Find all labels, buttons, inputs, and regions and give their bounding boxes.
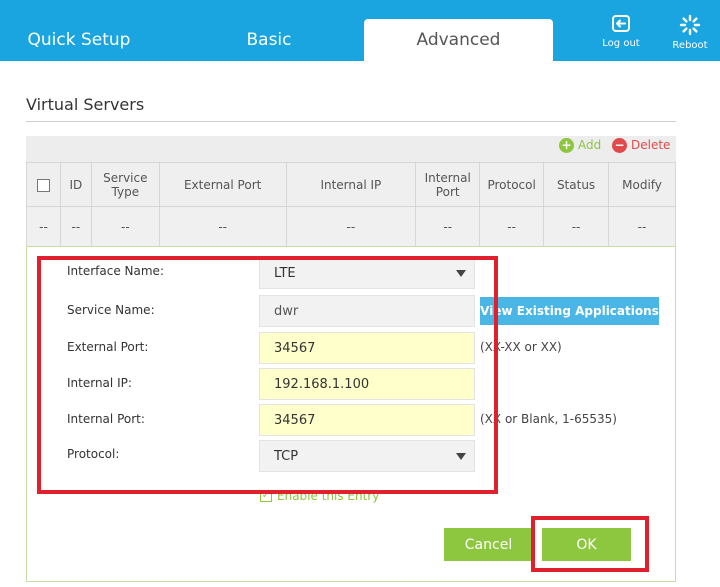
tab-basic[interactable]: Basic [180, 19, 358, 61]
column-header-id: ID [59, 162, 92, 207]
reboot-button[interactable]: Reboot [660, 14, 720, 56]
enable-entry-checkbox[interactable]: ✓ Enable this Entry [260, 489, 379, 503]
external-port-label: External Port: [67, 340, 149, 354]
chevron-down-icon [456, 452, 466, 460]
reboot-label: Reboot [672, 40, 708, 51]
ok-button[interactable]: OK [542, 528, 631, 561]
internal-port-field[interactable]: 34567 [259, 404, 475, 436]
plus-icon: + [559, 137, 574, 153]
select-all-checkbox[interactable] [36, 178, 50, 192]
table-cell: -- [543, 206, 610, 247]
service-name-value: dwr [274, 303, 299, 319]
reboot-icon [679, 14, 701, 36]
add-label: Add [578, 138, 602, 152]
interface-name-select[interactable]: LTE [259, 257, 475, 289]
add-button[interactable]: + Add [559, 137, 601, 153]
page-title: Virtual Servers [26, 95, 145, 114]
internal-port-hint: (XX or Blank, 1-65535) [480, 412, 617, 426]
column-header-status: Status [543, 162, 610, 207]
delete-button[interactable]: − Delete [612, 137, 670, 153]
external-port-value: 34567 [274, 340, 316, 356]
logout-icon [612, 15, 630, 32]
table-cell: -- [59, 206, 92, 247]
title-divider [26, 121, 676, 122]
table-cell: -- [90, 206, 160, 247]
view-existing-applications-button[interactable]: View Existing Applications [480, 297, 659, 325]
table-cell: -- [479, 206, 545, 247]
column-header-service-type: Service Type [90, 162, 160, 207]
delete-label: Delete [631, 138, 671, 152]
protocol-value: TCP [274, 448, 299, 464]
minus-icon: − [612, 137, 627, 153]
logout-button[interactable]: Log out [591, 14, 651, 56]
column-header-protocol: Protocol [479, 162, 545, 207]
tab-advanced[interactable]: Advanced [364, 19, 553, 61]
cancel-button[interactable]: Cancel [444, 528, 533, 561]
table-cell: -- [158, 206, 287, 247]
table-cell: -- [285, 206, 417, 247]
internal-port-value: 34567 [274, 412, 316, 428]
chevron-down-icon [456, 269, 466, 277]
protocol-label: Protocol: [67, 447, 120, 461]
external-port-hint: (XX-XX or XX) [480, 340, 562, 354]
table-cell: -- [608, 206, 676, 247]
virtual-servers-table: ID Service Type External Port Internal I… [26, 162, 676, 247]
enable-entry-label: Enable this Entry [277, 489, 380, 503]
table-row: -- -- -- -- -- -- -- -- -- [26, 206, 676, 247]
internal-ip-field[interactable]: 192.168.1.100 [259, 368, 475, 400]
column-header-external-port: External Port [158, 162, 287, 207]
table-header-row: ID Service Type External Port Internal I… [26, 162, 676, 207]
service-name-field[interactable]: dwr [259, 295, 475, 327]
table-cell: -- [415, 206, 481, 247]
check-icon: ✓ [260, 490, 272, 502]
tab-quick-setup[interactable]: Quick Setup [0, 19, 158, 61]
select-all-cell[interactable] [26, 162, 61, 207]
column-header-internal-port: Internal Port [415, 162, 481, 207]
interface-name-label: Interface Name: [67, 264, 164, 278]
logout-label: Log out [602, 38, 640, 49]
column-header-internal-ip: Internal IP [285, 162, 417, 207]
column-header-modify: Modify [608, 162, 676, 207]
service-name-label: Service Name: [67, 303, 155, 317]
protocol-select[interactable]: TCP [259, 440, 475, 472]
internal-ip-label: Internal IP: [67, 376, 132, 390]
internal-port-label: Internal Port: [67, 412, 145, 426]
internal-ip-value: 192.168.1.100 [274, 376, 370, 392]
interface-name-value: LTE [274, 265, 296, 281]
external-port-field[interactable]: 34567 [259, 332, 475, 364]
top-nav-bar: Quick Setup Basic Advanced Log out Reboo… [0, 0, 720, 61]
table-cell: -- [26, 206, 61, 247]
